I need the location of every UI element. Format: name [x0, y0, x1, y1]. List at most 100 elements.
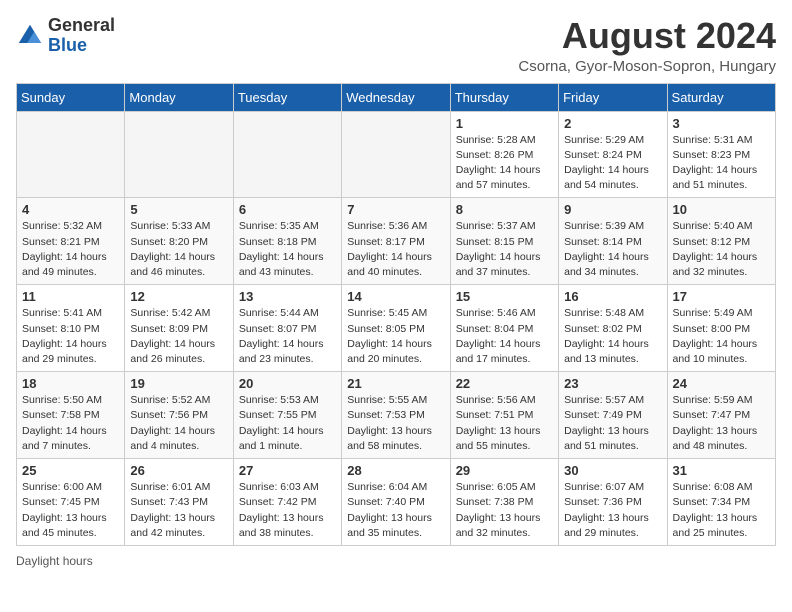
- calendar-cell: 13 Sunrise: 5:44 AMSunset: 8:07 PMDayligh…: [233, 285, 341, 372]
- day-number: 10: [673, 202, 770, 217]
- calendar-cell: 17 Sunrise: 5:49 AMSunset: 8:00 PMDayligh…: [667, 285, 775, 372]
- calendar-cell: 27 Sunrise: 6:03 AMSunset: 7:42 PMDayligh…: [233, 459, 341, 546]
- calendar-cell: 11Sunrise: 5:41 AMSunset: 8:10 PMDayligh…: [17, 285, 125, 372]
- day-number: 11: [22, 289, 119, 304]
- day-number: 29: [456, 463, 553, 478]
- logo-text: General Blue: [48, 16, 115, 56]
- day-info: Sunrise: 6:00 AMSunset: 7:45 PMDaylight:…: [22, 480, 119, 541]
- calendar-cell: [17, 111, 125, 198]
- day-info: Sunrise: 5:49 AMSunset: 8:00 PMDaylight:…: [673, 306, 770, 367]
- calendar-weekday-monday: Monday: [125, 83, 233, 111]
- title-area: August 2024 Csorna, Gyor-Moson-Sopron, H…: [518, 16, 776, 75]
- calendar-cell: 8Sunrise: 5:37 AMSunset: 8:15 PMDaylight…: [450, 198, 558, 285]
- calendar-cell: 26 Sunrise: 6:01 AMSunset: 7:43 PMDayligh…: [125, 459, 233, 546]
- calendar-week-3: 11Sunrise: 5:41 AMSunset: 8:10 PMDayligh…: [17, 285, 776, 372]
- day-info: Sunrise: 6:08 AMSunset: 7:34 PMDaylight:…: [673, 480, 770, 541]
- calendar-cell: 24Sunrise: 5:59 AMSunset: 7:47 PMDayligh…: [667, 372, 775, 459]
- calendar-cell: 3 Sunrise: 5:31 AMSunset: 8:23 PMDaylight…: [667, 111, 775, 198]
- calendar-cell: [233, 111, 341, 198]
- calendar-cell: [125, 111, 233, 198]
- day-number: 1: [456, 116, 553, 131]
- location-subtitle: Csorna, Gyor-Moson-Sopron, Hungary: [518, 58, 776, 75]
- calendar-cell: 29 Sunrise: 6:05 AMSunset: 7:38 PMDayligh…: [450, 459, 558, 546]
- calendar-week-5: 25 Sunrise: 6:00 AMSunset: 7:45 PMDayligh…: [17, 459, 776, 546]
- day-info: Sunrise: 5:35 AMSunset: 8:18 PMDaylight:…: [239, 219, 336, 280]
- calendar-cell: [342, 111, 450, 198]
- logo-general-text: General: [48, 16, 115, 36]
- day-number: 21: [347, 376, 444, 391]
- day-number: 9: [564, 202, 661, 217]
- day-number: 22: [456, 376, 553, 391]
- calendar-cell: 4 Sunrise: 5:32 AMSunset: 8:21 PMDaylight…: [17, 198, 125, 285]
- day-info: Sunrise: 5:44 AMSunset: 8:07 PMDaylight:…: [239, 306, 336, 367]
- day-info: Sunrise: 5:36 AMSunset: 8:17 PMDaylight:…: [347, 219, 444, 280]
- day-number: 18: [22, 376, 119, 391]
- calendar-cell: 28 Sunrise: 6:04 AMSunset: 7:40 PMDayligh…: [342, 459, 450, 546]
- calendar-cell: 23Sunrise: 5:57 AMSunset: 7:49 PMDayligh…: [559, 372, 667, 459]
- logo-blue-text: Blue: [48, 36, 115, 56]
- day-number: 15: [456, 289, 553, 304]
- day-number: 26: [130, 463, 227, 478]
- day-info: Sunrise: 5:52 AMSunset: 7:56 PMDaylight:…: [130, 393, 227, 454]
- calendar-weekday-tuesday: Tuesday: [233, 83, 341, 111]
- calendar-weekday-thursday: Thursday: [450, 83, 558, 111]
- day-info: Sunrise: 5:48 AMSunset: 8:02 PMDaylight:…: [564, 306, 661, 367]
- calendar-weekday-saturday: Saturday: [667, 83, 775, 111]
- logo-icon: [16, 22, 44, 50]
- calendar-week-4: 18 Sunrise: 5:50 AMSunset: 7:58 PMDayligh…: [17, 372, 776, 459]
- day-info: Sunrise: 5:31 AMSunset: 8:23 PMDaylight:…: [673, 133, 770, 194]
- month-year-title: August 2024: [518, 16, 776, 56]
- day-number: 8: [456, 202, 553, 217]
- day-info: Sunrise: 5:29 AMSunset: 8:24 PMDaylight:…: [564, 133, 661, 194]
- day-info: Sunrise: 6:07 AMSunset: 7:36 PMDaylight:…: [564, 480, 661, 541]
- calendar-cell: 5 Sunrise: 5:33 AMSunset: 8:20 PMDaylight…: [125, 198, 233, 285]
- page-header: General Blue August 2024 Csorna, Gyor-Mo…: [16, 16, 776, 75]
- day-info: Sunrise: 5:39 AMSunset: 8:14 PMDaylight:…: [564, 219, 661, 280]
- calendar-cell: 16Sunrise: 5:48 AMSunset: 8:02 PMDayligh…: [559, 285, 667, 372]
- day-info: Sunrise: 6:01 AMSunset: 7:43 PMDaylight:…: [130, 480, 227, 541]
- day-number: 6: [239, 202, 336, 217]
- calendar-cell: 9 Sunrise: 5:39 AMSunset: 8:14 PMDaylight…: [559, 198, 667, 285]
- day-info: Sunrise: 5:57 AMSunset: 7:49 PMDaylight:…: [564, 393, 661, 454]
- day-number: 14: [347, 289, 444, 304]
- calendar-table: SundayMondayTuesdayWednesdayThursdayFrid…: [16, 83, 776, 546]
- day-number: 17: [673, 289, 770, 304]
- calendar-cell: 10 Sunrise: 5:40 AMSunset: 8:12 PMDayligh…: [667, 198, 775, 285]
- day-info: Sunrise: 6:04 AMSunset: 7:40 PMDaylight:…: [347, 480, 444, 541]
- day-number: 13: [239, 289, 336, 304]
- calendar-cell: 25 Sunrise: 6:00 AMSunset: 7:45 PMDayligh…: [17, 459, 125, 546]
- day-number: 20: [239, 376, 336, 391]
- day-number: 28: [347, 463, 444, 478]
- calendar-cell: 18 Sunrise: 5:50 AMSunset: 7:58 PMDayligh…: [17, 372, 125, 459]
- day-number: 25: [22, 463, 119, 478]
- day-info: Sunrise: 5:59 AMSunset: 7:47 PMDaylight:…: [673, 393, 770, 454]
- calendar-week-2: 4 Sunrise: 5:32 AMSunset: 8:21 PMDaylight…: [17, 198, 776, 285]
- day-info: Sunrise: 5:32 AMSunset: 8:21 PMDaylight:…: [22, 219, 119, 280]
- day-number: 31: [673, 463, 770, 478]
- day-info: Sunrise: 5:40 AMSunset: 8:12 PMDaylight:…: [673, 219, 770, 280]
- calendar-cell: 12Sunrise: 5:42 AMSunset: 8:09 PMDayligh…: [125, 285, 233, 372]
- calendar-cell: 20Sunrise: 5:53 AMSunset: 7:55 PMDayligh…: [233, 372, 341, 459]
- calendar-cell: 22 Sunrise: 5:56 AMSunset: 7:51 PMDayligh…: [450, 372, 558, 459]
- day-info: Sunrise: 5:50 AMSunset: 7:58 PMDaylight:…: [22, 393, 119, 454]
- calendar-cell: 2 Sunrise: 5:29 AMSunset: 8:24 PMDaylight…: [559, 111, 667, 198]
- calendar-cell: 31 Sunrise: 6:08 AMSunset: 7:34 PMDayligh…: [667, 459, 775, 546]
- day-info: Sunrise: 5:33 AMSunset: 8:20 PMDaylight:…: [130, 219, 227, 280]
- day-number: 2: [564, 116, 661, 131]
- calendar-header-row: SundayMondayTuesdayWednesdayThursdayFrid…: [17, 83, 776, 111]
- calendar-weekday-sunday: Sunday: [17, 83, 125, 111]
- day-number: 5: [130, 202, 227, 217]
- day-info: Sunrise: 6:03 AMSunset: 7:42 PMDaylight:…: [239, 480, 336, 541]
- day-info: Sunrise: 6:05 AMSunset: 7:38 PMDaylight:…: [456, 480, 553, 541]
- day-info: Sunrise: 5:55 AMSunset: 7:53 PMDaylight:…: [347, 393, 444, 454]
- calendar-weekday-friday: Friday: [559, 83, 667, 111]
- day-number: 19: [130, 376, 227, 391]
- footer-note: Daylight hours: [16, 554, 776, 568]
- day-number: 3: [673, 116, 770, 131]
- calendar-cell: 15Sunrise: 5:46 AMSunset: 8:04 PMDayligh…: [450, 285, 558, 372]
- day-info: Sunrise: 5:56 AMSunset: 7:51 PMDaylight:…: [456, 393, 553, 454]
- day-number: 27: [239, 463, 336, 478]
- day-number: 7: [347, 202, 444, 217]
- day-number: 4: [22, 202, 119, 217]
- logo: General Blue: [16, 16, 115, 56]
